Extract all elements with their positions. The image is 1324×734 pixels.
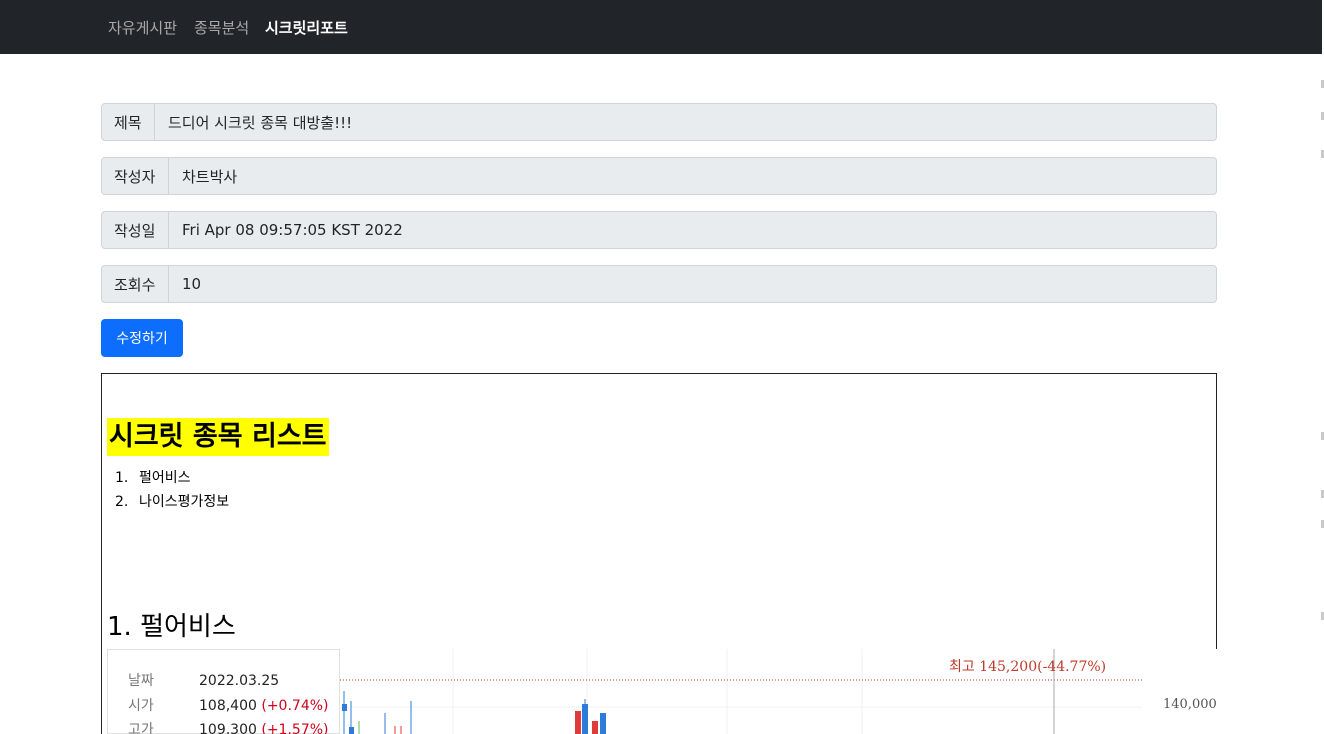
date-field: 작성일 Fri Apr 08 09:57:05 KST 2022: [101, 211, 1217, 249]
list-item-label: 나이스평가정보: [139, 494, 230, 510]
title-label: 제목: [102, 104, 155, 140]
nav-free-board[interactable]: 자유게시판: [108, 17, 177, 38]
list-item: 2. 나이스평가정보: [115, 494, 230, 510]
author-value: 차트박사: [182, 167, 238, 186]
date-label: 작성일: [102, 212, 169, 248]
candle: [342, 704, 347, 711]
title-field: 제목 드디어 시크릿 종목 대방출!!!: [101, 103, 1217, 141]
candle: [582, 704, 588, 734]
info-key: 시가: [128, 698, 154, 714]
nav-stock-analysis[interactable]: 종목분석: [194, 17, 249, 38]
high-label: 최고 145,200(-44.77%): [949, 659, 1106, 675]
chart-info-panel: 날짜 2022.03.25 시가 108,400 (+0.74%) 고가 109,30…: [107, 649, 340, 734]
section-title: 1. 펄어비스: [107, 612, 236, 642]
title-value: 드디어 시크릿 종목 대방출!!!: [168, 113, 353, 132]
info-change: (+0.74%): [261, 698, 329, 714]
nav-secret-report[interactable]: 시크릿리포트: [265, 17, 348, 38]
candle: [349, 727, 354, 734]
info-key: 고가: [128, 722, 154, 734]
info-row-open: 시가 108,400 (+0.74%): [128, 695, 329, 717]
info-value: 108,400: [199, 698, 257, 714]
info-value: 109,300: [199, 722, 257, 734]
post-heading: 시크릿 종목 리스트: [107, 418, 329, 456]
top-navbar: 자유게시판 종목분석 시크릿리포트: [0, 0, 1322, 54]
info-change: (+1.57%): [261, 722, 329, 734]
list-item-label: 펄어비스: [139, 470, 191, 486]
date-value: Fri Apr 08 09:57:05 KST 2022: [182, 221, 403, 239]
list-item: 1. 펄어비스: [115, 470, 191, 486]
author-label: 작성자: [102, 158, 169, 194]
views-field: 조회수 10: [101, 265, 1217, 303]
edit-button[interactable]: 수정하기: [101, 319, 183, 357]
candle: [575, 711, 581, 734]
author-field: 작성자 차트박사: [101, 157, 1217, 195]
info-value: 2022.03.25: [199, 673, 280, 689]
candle: [592, 721, 598, 734]
y-tick-label: 140,000: [1163, 697, 1217, 712]
info-key: 날짜: [128, 673, 154, 689]
info-row-high: 고가 109,300 (+1.57%): [128, 719, 329, 734]
views-value: 10: [182, 275, 202, 293]
info-row-date: 날짜 2022.03.25: [128, 670, 279, 692]
views-label: 조회수: [102, 266, 169, 302]
stock-chart-image: 최고 145,200(-44.77%) 140,000 날짜 2022.03.25…: [107, 649, 1322, 734]
candle: [600, 713, 606, 734]
stock-list: 1. 펄어비스 2. 나이스평가정보: [115, 466, 229, 514]
